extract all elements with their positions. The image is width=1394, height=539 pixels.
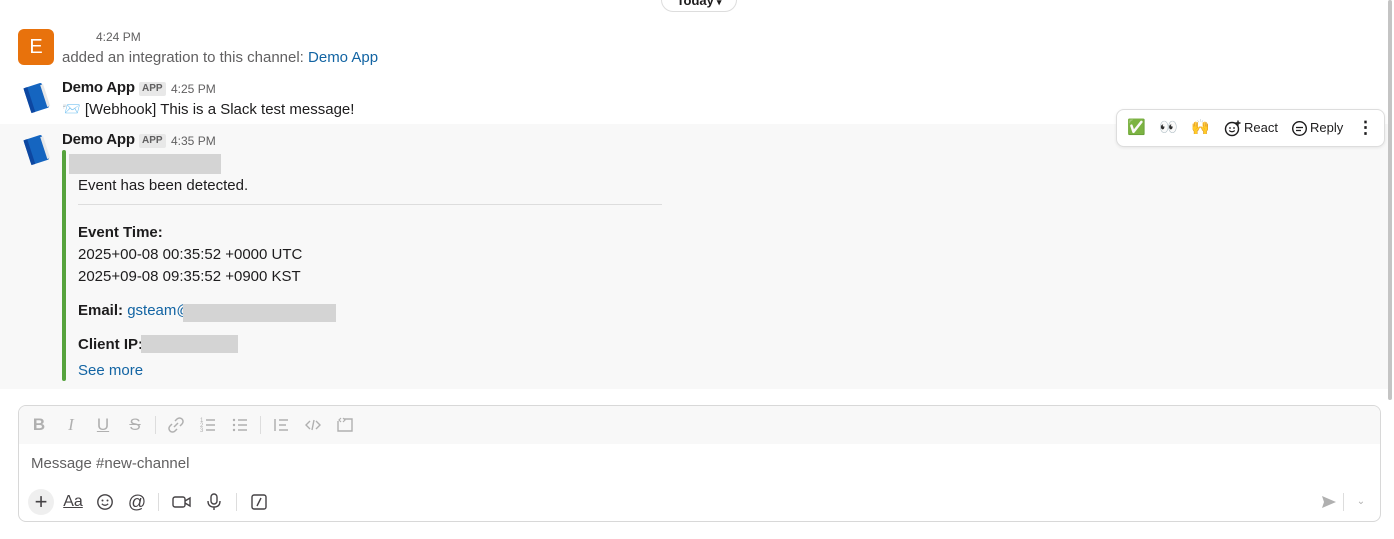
email-label: Email: — [78, 302, 124, 319]
chevron-down-icon[interactable]: ⌄ — [1348, 489, 1374, 515]
add-emoji-icon — [1224, 120, 1241, 137]
book-icon — [23, 83, 51, 114]
toolbar-divider — [155, 416, 156, 434]
date-divider-button[interactable]: Today ▾ — [661, 0, 737, 12]
slash-command-icon[interactable] — [246, 489, 272, 515]
microphone-icon[interactable] — [201, 489, 227, 515]
check-mark-reaction-button[interactable]: ✅ — [1127, 110, 1147, 146]
sender-name[interactable]: Demo App — [62, 131, 135, 148]
underline-icon[interactable]: U — [93, 415, 113, 435]
message-text: 📨 [Webhook] This is a Slack test message… — [62, 101, 355, 118]
attachment-accent-bar — [62, 150, 66, 381]
email-row: Email: gsteam@ — [78, 301, 192, 321]
event-time-kst: 2025+09-08 09:35:52 +0900 KST — [78, 268, 301, 285]
reply-label: Reply — [1310, 120, 1344, 135]
message-text: added an integration to this channel: De… — [62, 49, 379, 66]
redacted-block — [69, 154, 221, 174]
redacted-block — [183, 304, 336, 322]
raised-hands-reaction-button[interactable]: 🙌 — [1191, 110, 1211, 146]
code-icon[interactable] — [303, 415, 323, 435]
eyes-reaction-button[interactable]: 👀 — [1159, 110, 1179, 146]
code-block-icon[interactable] — [335, 415, 355, 435]
mention-icon[interactable]: @ — [124, 489, 150, 515]
emoji-icon[interactable] — [92, 489, 118, 515]
see-more-link[interactable]: See more — [78, 361, 143, 381]
message-actions-toolbar: ✅ 👀 🙌 React Reply ⋮ — [1116, 109, 1385, 147]
italic-icon[interactable]: I — [61, 415, 81, 435]
composer-divider — [1343, 493, 1344, 511]
app-badge: APP — [139, 134, 166, 148]
bulleted-list-icon[interactable] — [230, 415, 250, 435]
avatar[interactable]: E — [18, 29, 54, 65]
attachment-intro: Event has been detected. — [78, 177, 249, 194]
sender-name[interactable]: Demo App — [62, 79, 135, 96]
attachment-divider — [78, 204, 662, 205]
reply-button[interactable]: Reply — [1291, 110, 1343, 146]
envelope-icon: 📨 — [62, 101, 81, 118]
message-composer: B I U S 123 Message #new-channel + Aa @ — [18, 405, 1381, 522]
svg-text:3: 3 — [200, 428, 204, 434]
app-avatar[interactable] — [18, 132, 54, 168]
react-button[interactable]: React — [1224, 110, 1279, 146]
message-timestamp[interactable]: 4:24 PM — [96, 30, 141, 44]
app-badge: APP — [139, 82, 166, 96]
message-input[interactable]: Message #new-channel — [31, 455, 189, 472]
app-avatar[interactable] — [18, 80, 54, 116]
video-icon[interactable] — [169, 489, 195, 515]
book-icon — [23, 135, 51, 166]
formatting-toggle-button[interactable]: Aa — [60, 489, 86, 515]
more-vertical-icon[interactable]: ⋮ — [1357, 110, 1374, 146]
formatting-toolbar: B I U S 123 — [19, 406, 1380, 444]
email-link[interactable]: gsteam@ — [127, 302, 191, 319]
react-label: React — [1244, 120, 1278, 135]
chevron-down-icon: ▾ — [716, 0, 722, 7]
composer-divider — [158, 493, 159, 511]
event-time-utc: 2025+00-08 00:35:52 +0000 UTC — [78, 246, 303, 263]
message-timestamp[interactable]: 4:35 PM — [171, 134, 216, 148]
ordered-list-icon[interactable]: 123 — [198, 415, 218, 435]
date-divider-label: Today — [676, 0, 714, 8]
redacted-block — [141, 335, 238, 353]
event-time-label: Event Time: — [78, 224, 163, 241]
plus-icon[interactable]: + — [28, 489, 54, 515]
scrollbar[interactable] — [1388, 0, 1392, 400]
integration-link[interactable]: Demo App — [308, 49, 378, 66]
link-icon[interactable] — [166, 415, 186, 435]
client-ip-label: Client IP: — [78, 336, 144, 353]
message-timestamp[interactable]: 4:25 PM — [171, 82, 216, 96]
strikethrough-icon[interactable]: S — [125, 415, 145, 435]
bold-icon[interactable]: B — [29, 415, 49, 435]
send-icon[interactable] — [1316, 489, 1342, 515]
composer-divider — [236, 493, 237, 511]
reply-in-thread-icon — [1291, 120, 1308, 137]
blockquote-icon[interactable] — [271, 415, 291, 435]
toolbar-divider — [260, 416, 261, 434]
